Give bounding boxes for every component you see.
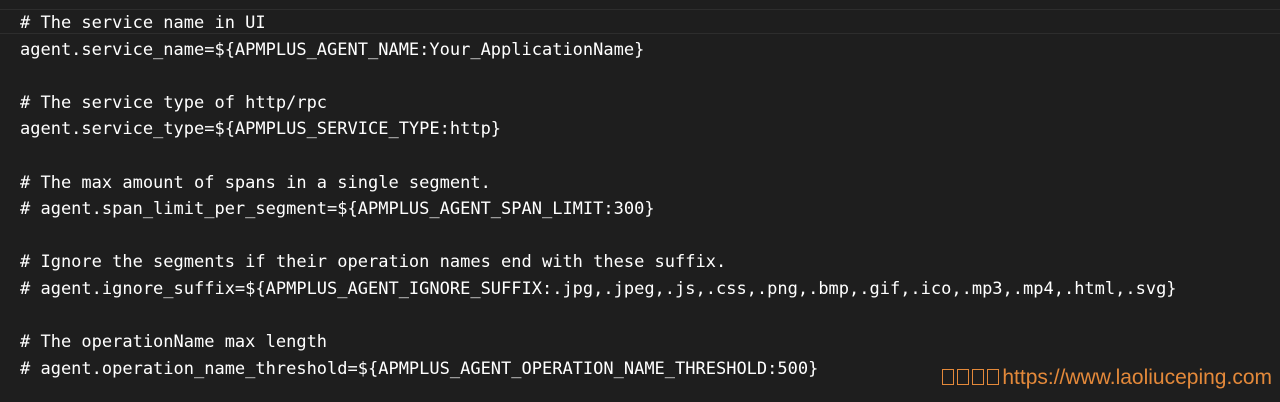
- watermark-glyph-icon: [972, 369, 985, 385]
- code-line[interactable]: [20, 63, 1280, 90]
- watermark-glyph-icon: [942, 369, 955, 385]
- code-line[interactable]: [20, 143, 1280, 170]
- code-line[interactable]: [20, 223, 1280, 250]
- code-line[interactable]: # The max amount of spans in a single se…: [20, 170, 1280, 197]
- code-line[interactable]: # Ignore the segments if their operation…: [20, 249, 1280, 276]
- code-line[interactable]: # agent.ignore_suffix=${APMPLUS_AGENT_IG…: [20, 276, 1280, 303]
- code-line[interactable]: agent.service_type=${APMPLUS_SERVICE_TYP…: [20, 116, 1280, 143]
- code-line[interactable]: agent.service_name=${APMPLUS_AGENT_NAME:…: [20, 37, 1280, 64]
- code-line[interactable]: # The service name in UI: [20, 10, 1280, 37]
- code-editor[interactable]: # The service name in UI agent.service_n…: [0, 0, 1280, 402]
- code-line[interactable]: # agent.span_limit_per_segment=${APMPLUS…: [20, 196, 1280, 223]
- watermark: https://www.laoliuceping.com: [942, 366, 1272, 390]
- watermark-url: https://www.laoliuceping.com: [1002, 366, 1272, 389]
- code-line[interactable]: # The service type of http/rpc: [20, 90, 1280, 117]
- code-content[interactable]: # The service name in UI agent.service_n…: [20, 10, 1280, 382]
- code-line[interactable]: # The operationName max length: [20, 329, 1280, 356]
- code-line[interactable]: [20, 303, 1280, 330]
- watermark-glyph-icon: [987, 369, 1000, 385]
- partially-visible-code-line: [20, 0, 820, 6]
- watermark-glyph-icon: [957, 369, 970, 385]
